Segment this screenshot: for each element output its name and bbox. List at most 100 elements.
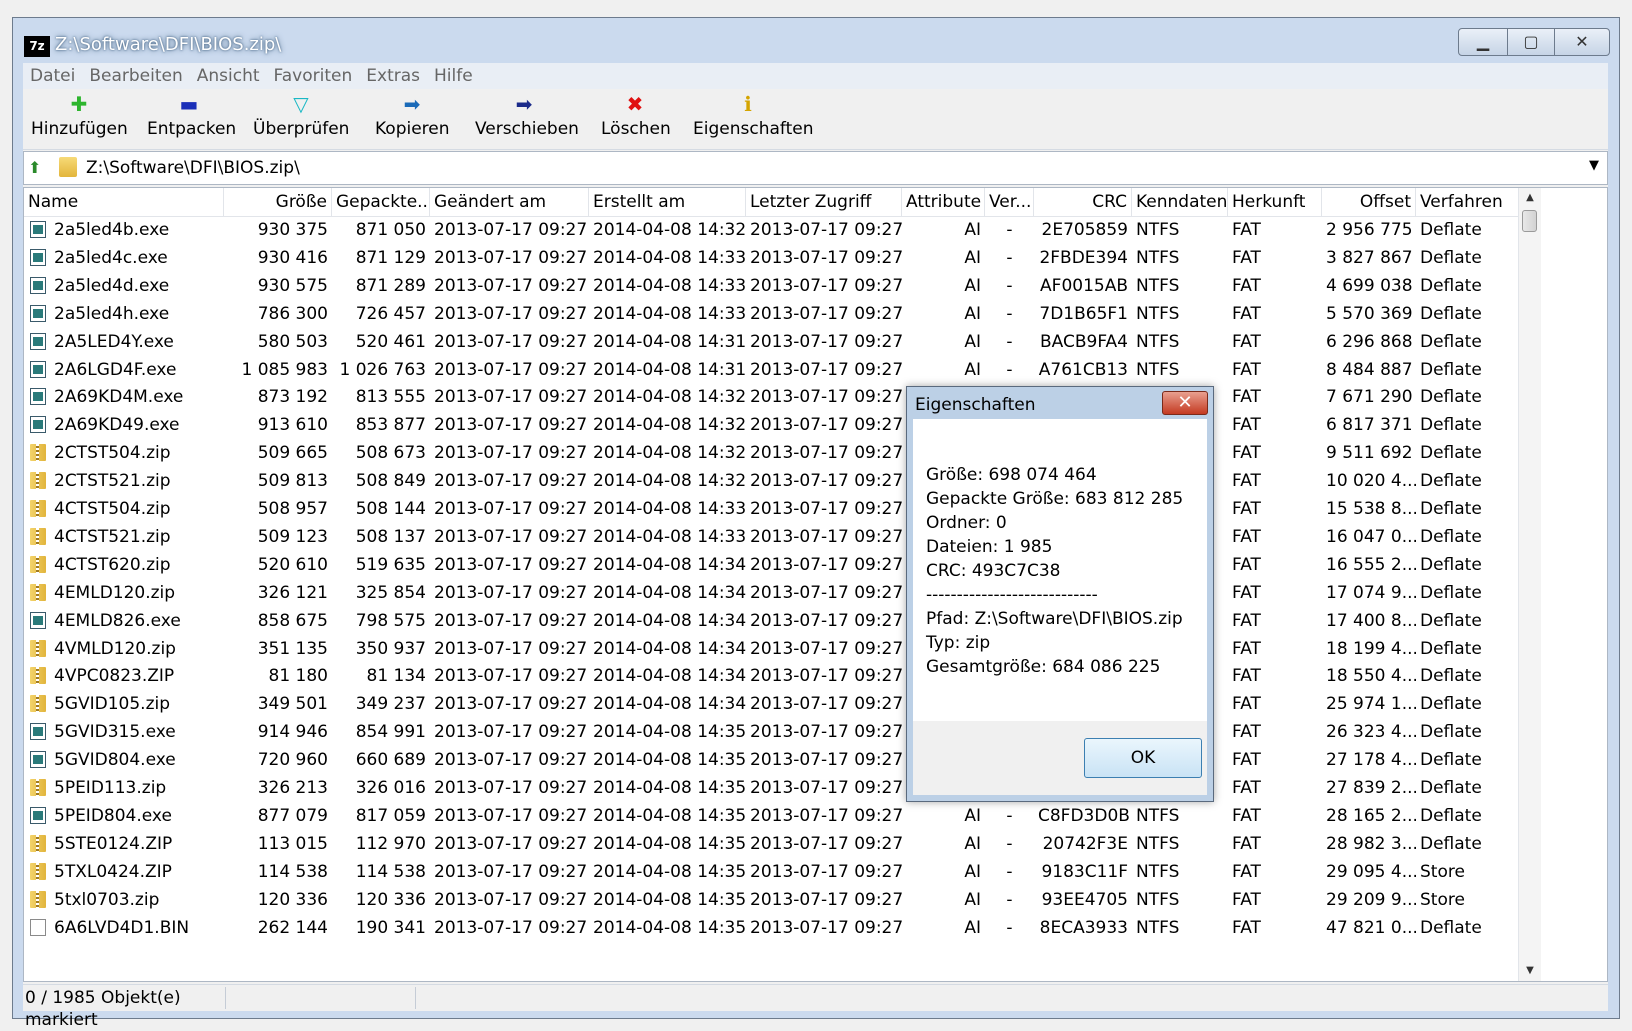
cell-packed: 508 849 <box>355 471 426 492</box>
cell-chars: NTFS <box>1136 833 1180 854</box>
menu-bearbeiten[interactable]: Bearbeiten <box>82 66 189 86</box>
cell-size: 326 121 <box>257 582 328 603</box>
cell-offset: 16 047 0... <box>1326 526 1416 547</box>
table-row[interactable]: 2a5led4h.exe 786 300 726 457 2013-07-17 09:… <box>24 300 1518 328</box>
table-row[interactable]: 4EMLD826.exe 858 675 798 575 2013-07-17 09:… <box>24 607 1518 635</box>
table-row[interactable]: 4EMLD120.zip 326 121 325 854 2013-07-17 09:… <box>24 579 1518 607</box>
dialog-close-button[interactable]: ✕ <box>1162 391 1208 415</box>
ok-button[interactable]: OK <box>1084 738 1202 778</box>
add-button[interactable]: ✚ Hinzufügen <box>31 89 128 149</box>
move-button[interactable]: ➡ Verschieben <box>475 89 579 149</box>
table-row[interactable]: 2a5led4d.exe 930 575 871 289 2013-07-17 09:… <box>24 272 1518 300</box>
column-header-crc[interactable]: CRC <box>1034 188 1132 216</box>
minimize-button[interactable]: ▁ <box>1458 28 1508 56</box>
maximize-icon: ▢ <box>1523 32 1539 51</box>
table-row[interactable]: 2CTST504.zip 509 665 508 673 2013-07-17 09:… <box>24 439 1518 467</box>
column-header-size[interactable]: Größe <box>224 188 332 216</box>
menu-datei[interactable]: Datei <box>23 66 82 86</box>
table-row[interactable]: 5GVID315.exe 914 946 854 991 2013-07-17 09:… <box>24 718 1518 746</box>
cell-modified: 2013-07-17 09:27 <box>434 554 588 575</box>
column-header-created[interactable]: Erstellt am <box>589 188 746 216</box>
column-header-name[interactable]: Name <box>24 188 224 216</box>
table-row[interactable]: 5STE0124.ZIP 113 015 112 970 2013-07-17 09:… <box>24 830 1518 858</box>
table-row[interactable]: 4VPC0823.ZIP 81 180 81 134 2013-07-17 09:27… <box>24 662 1518 690</box>
column-header-method[interactable]: Verfahren <box>1416 188 1518 216</box>
copy-button[interactable]: ➡ Kopieren <box>375 89 450 149</box>
cell-origin: FAT <box>1232 666 1261 687</box>
column-header-modified[interactable]: Geändert am <box>430 188 589 216</box>
dialog-size: Größe: 698 074 464 <box>926 465 1097 485</box>
table-row[interactable]: 4CTST620.zip 520 610 519 635 2013-07-17 09:… <box>24 551 1518 579</box>
properties-dialog: Eigenschaften ✕ Größe: 698 074 464 Gepac… <box>906 386 1214 802</box>
cell-packed: 508 144 <box>355 499 426 519</box>
table-row[interactable]: 2A5LED4Y.exe 580 503 520 461 2013-07-17 09:… <box>24 328 1518 356</box>
cell-modified: 2013-07-17 09:27 <box>434 610 588 631</box>
cell-crc: AF0015AB <box>1040 275 1128 296</box>
scroll-down-icon[interactable]: ▼ <box>1519 961 1541 981</box>
column-header-attributes[interactable]: Attribute <box>902 188 985 216</box>
cell-ver: - <box>1006 220 1013 240</box>
vertical-scrollbar[interactable]: ▲ ▼ <box>1518 188 1541 981</box>
address-input[interactable]: Z:\Software\DFI\BIOS.zip\ <box>86 158 300 178</box>
cell-packed: 112 970 <box>355 833 426 854</box>
table-row[interactable]: 4CTST504.zip 508 957 508 144 2013-07-17 09:… <box>24 495 1518 523</box>
table-row[interactable]: 5txl0703.zip 120 336 120 336 2013-07-17 09:… <box>24 886 1518 914</box>
column-header-packed[interactable]: Gepackte... <box>332 188 430 216</box>
column-header-origin[interactable]: Herkunft <box>1228 188 1322 216</box>
cell-attr: AI <box>964 889 981 910</box>
cell-offset: 7 671 290 <box>1326 387 1413 408</box>
cell-name: 4EMLD120.zip <box>54 582 176 603</box>
table-row[interactable]: 2a5led4c.exe 930 416 871 129 2013-07-17 09:… <box>24 244 1518 272</box>
cell-accessed: 2013-07-17 09:27 <box>750 415 902 436</box>
column-header-characteristics[interactable]: Kenndaten <box>1132 188 1228 216</box>
cell-modified: 2013-07-17 09:27 <box>434 443 588 464</box>
table-row[interactable]: 5GVID804.exe 720 960 660 689 2013-07-17 09:… <box>24 746 1518 774</box>
cell-name: 4EMLD826.exe <box>54 610 181 631</box>
table-row[interactable]: 2a5led4b.exe 930 375 871 050 2013-07-17 09:… <box>24 216 1518 244</box>
cell-packed: 660 689 <box>355 750 426 771</box>
menu-ansicht[interactable]: Ansicht <box>190 66 267 86</box>
cell-created: 2014-04-08 14:35 <box>593 889 746 910</box>
column-header-accessed[interactable]: Letzter Zugriff <box>746 188 902 216</box>
test-button[interactable]: ▽ Überprüfen <box>253 89 349 149</box>
scroll-thumb[interactable] <box>1522 210 1537 232</box>
client-area: Datei Bearbeiten Ansicht Favoriten Extra… <box>23 63 1608 1030</box>
extract-button[interactable]: ▬ Entpacken <box>147 89 236 149</box>
table-row[interactable]: 2A69KD4M.exe 873 192 813 555 2013-07-17 09:… <box>24 383 1518 411</box>
table-row[interactable]: 6A6LVD4D1.BIN 262 144 190 341 2013-07-17 09… <box>24 914 1518 942</box>
cell-modified: 2013-07-17 09:27 <box>434 415 588 436</box>
delete-button[interactable]: ✖ Löschen <box>601 89 671 149</box>
chevron-down-icon[interactable]: ▼ <box>1589 158 1599 173</box>
menu-hilfe[interactable]: Hilfe <box>427 66 480 86</box>
table-row[interactable]: 4VMLD120.zip 351 135 350 937 2013-07-17 09:… <box>24 635 1518 663</box>
properties-button[interactable]: ℹ Eigenschaften <box>693 89 813 149</box>
up-folder-icon[interactable]: ⬆ <box>28 158 41 177</box>
cell-accessed: 2013-07-17 09:27 <box>750 582 902 603</box>
maximize-button[interactable]: ▢ <box>1507 28 1555 56</box>
table-row[interactable]: 5TXL0424.ZIP 114 538 114 538 2013-07-17 09:… <box>24 858 1518 886</box>
cell-accessed: 2013-07-17 09:27 <box>750 331 902 352</box>
table-row[interactable]: 4CTST521.zip 509 123 508 137 2013-07-17 09:… <box>24 523 1518 551</box>
table-row[interactable]: 5PEID804.exe 877 079 817 059 2013-07-17 09:… <box>24 802 1518 830</box>
column-header-version[interactable]: Ver... <box>985 188 1034 216</box>
cell-origin: FAT <box>1232 778 1261 798</box>
menu-extras[interactable]: Extras <box>359 66 427 86</box>
cell-attr: AI <box>964 275 981 296</box>
table-row[interactable]: 2A69KD49.exe 913 610 853 877 2013-07-17 09:… <box>24 411 1518 439</box>
table-row[interactable]: 5PEID113.zip 326 213 326 016 2013-07-17 09:… <box>24 774 1518 802</box>
table-row[interactable]: 2A6LGD4F.exe 1 085 983 1 026 763 2013-07-17… <box>24 356 1518 384</box>
cell-modified: 2013-07-17 09:27 <box>434 275 588 296</box>
cell-created: 2014-04-08 14:33 <box>593 303 746 324</box>
cell-name: 5TXL0424.ZIP <box>54 861 172 882</box>
cell-packed: 508 673 <box>355 443 426 464</box>
cell-origin: FAT <box>1232 220 1261 240</box>
cell-size: 114 538 <box>257 861 328 882</box>
close-button[interactable]: ✕ <box>1554 28 1610 56</box>
cell-attr: AI <box>964 303 981 324</box>
status-bar: 0 / 1985 Objekt(e) markiert <box>23 984 1608 1030</box>
column-header-offset[interactable]: Offset <box>1322 188 1416 216</box>
scroll-up-icon[interactable]: ▲ <box>1519 188 1541 208</box>
table-row[interactable]: 5GVID105.zip 349 501 349 237 2013-07-17 09:… <box>24 690 1518 718</box>
table-row[interactable]: 2CTST521.zip 509 813 508 849 2013-07-17 09:… <box>24 467 1518 495</box>
menu-favoriten[interactable]: Favoriten <box>267 66 360 86</box>
